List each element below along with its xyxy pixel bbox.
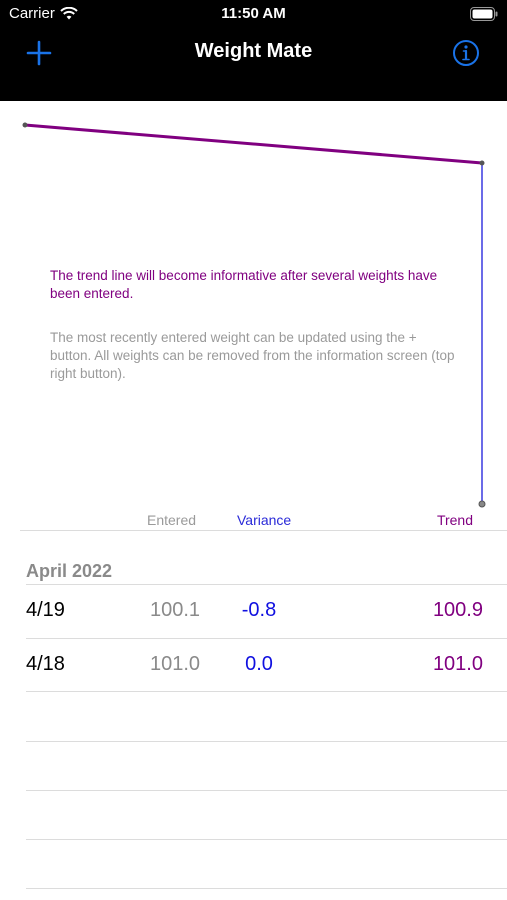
- header-divider: [20, 530, 507, 531]
- empty-row-divider: [26, 741, 507, 742]
- row-date: 4/18: [26, 653, 65, 675]
- help-note: The most recently entered weight can be …: [50, 330, 455, 381]
- row-entered: 101.0: [150, 653, 201, 675]
- table-row[interactable]: 4/18 101.0 0.0 101.0: [0, 639, 507, 691]
- trend-start-point: [22, 122, 28, 128]
- column-header-trend: Trend: [436, 512, 473, 528]
- row-variance: 0.0: [245, 653, 273, 675]
- page-title: Weight Mate: [194, 40, 313, 62]
- navigation-bar: Weight Mate: [0, 28, 507, 101]
- row-entered: 100.1: [150, 599, 201, 621]
- empty-row-divider: [26, 839, 507, 840]
- row-trend: 101.0: [432, 653, 483, 675]
- column-header-variance: Variance: [237, 512, 292, 528]
- trend-line: [24, 123, 483, 165]
- trend-end-point: [479, 160, 485, 166]
- empty-row-divider: [26, 888, 507, 889]
- status-time: 11:50 AM: [221, 5, 286, 22]
- trend-chart: [22, 122, 486, 508]
- trend-note: The trend line will become informative a…: [50, 268, 438, 301]
- table-row[interactable]: 4/19 100.1 -0.8 100.9: [0, 585, 507, 637]
- status-bar: Carrier 11:50 AM: [0, 0, 507, 28]
- row-date: 4/19: [26, 599, 65, 621]
- info-button[interactable]: [451, 38, 481, 68]
- empty-row-divider: [26, 790, 507, 791]
- row-variance: -0.8: [241, 599, 277, 621]
- column-header-entered: Entered: [147, 512, 197, 528]
- variance-end-point: [478, 500, 486, 508]
- battery-icon: [470, 7, 498, 21]
- info-icon: [453, 40, 479, 66]
- row-divider: [26, 691, 507, 692]
- row-trend: 100.9: [432, 599, 483, 621]
- section-header: April 2022: [26, 561, 113, 581]
